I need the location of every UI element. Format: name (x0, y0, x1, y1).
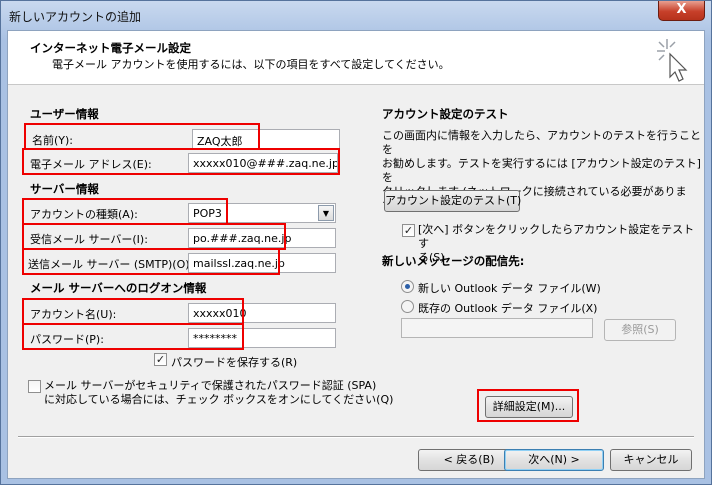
page-subtitle: 電子メール アカウントを使用するには、以下の項目をすべて設定してください。 (52, 58, 450, 71)
new-pst-radio[interactable] (401, 280, 414, 293)
spa-label-line2: に対応している場合には、チェック ボックスをオンにしてください(Q) (44, 393, 394, 406)
incoming-server-field[interactable]: po.###.zaq.ne.jp (188, 228, 336, 248)
test-settings-heading: アカウント設定のテスト (382, 107, 509, 121)
spa-label: メール サーバーがセキュリティで保護されたパスワード認証 (SPA) に対応して… (44, 379, 393, 407)
wizard-header: インターネット電子メール設定 電子メール アカウントを使用するには、以下の項目を… (8, 31, 704, 85)
add-account-window: 新しいアカウントの追加 X インターネット電子メール設定 電子メール アカウント… (0, 0, 712, 485)
spa-label-line1: メール サーバーがセキュリティで保護されたパスワード認証 (SPA) (44, 379, 377, 392)
password-label: パスワード(P): (30, 333, 104, 346)
dialog-body: インターネット電子メール設定 電子メール アカウントを使用するには、以下の項目を… (7, 30, 705, 479)
test-account-button[interactable]: アカウント設定のテスト(T) (384, 190, 521, 212)
spa-checkbox[interactable] (28, 380, 41, 393)
password-field[interactable]: ******** (188, 328, 336, 348)
next-button[interactable]: 次へ(N) > (504, 449, 604, 471)
test-description-line1: この画面内に情報を入力したら、アカウントのテストを行うことを (382, 129, 701, 156)
email-label: 電子メール アドレス(E): (30, 158, 152, 171)
new-pst-label: 新しい Outlook データ ファイル(W) (418, 282, 601, 295)
auto-test-label-line1: [次へ] ボタンをクリックしたらアカウント設定をテストす (418, 223, 695, 250)
auto-test-checkbox[interactable]: ✓ (402, 224, 415, 237)
account-type-combobox[interactable]: POP3 ▼ (188, 203, 336, 223)
account-type-label: アカウントの種類(A): (30, 208, 138, 221)
email-field[interactable]: xxxxx010@###.zaq.ne.jp (188, 153, 338, 173)
page-title: インターネット電子メール設定 (30, 41, 191, 55)
title-bar: 新しいアカウントの追加 X (1, 1, 711, 30)
close-button[interactable]: X (658, 1, 705, 21)
server-info-heading: サーバー情報 (30, 182, 99, 196)
more-settings-button[interactable]: 詳細設定(M)... (485, 396, 573, 418)
account-name-field[interactable]: xxxxx010 (188, 303, 336, 323)
footer-divider (18, 436, 694, 438)
user-info-heading: ユーザー情報 (30, 107, 99, 121)
browse-button: 参照(S) (604, 319, 676, 341)
existing-pst-path-field (401, 318, 593, 338)
remember-password-label: パスワードを保存する(R) (171, 356, 298, 369)
account-type-value: POP3 (193, 207, 222, 220)
outgoing-server-label: 送信メール サーバー (SMTP)(O): (28, 258, 194, 271)
window-title: 新しいアカウントの追加 (9, 10, 142, 24)
chevron-down-icon[interactable]: ▼ (318, 205, 334, 221)
outgoing-server-field[interactable]: mailssl.zaq.ne.jp (188, 253, 336, 273)
incoming-server-label: 受信メール サーバー(I): (30, 233, 148, 246)
logon-info-heading: メール サーバーへのログオン情報 (30, 281, 207, 295)
test-description-line2: お勧めします。テストを実行するには [アカウント設定のテスト] を (382, 157, 701, 184)
delivery-heading: 新しいメッセージの配信先: (382, 254, 525, 268)
existing-pst-label: 既存の Outlook データ ファイル(X) (418, 302, 598, 315)
sparkle-cursor-icon (657, 39, 688, 82)
existing-pst-radio[interactable] (401, 300, 414, 313)
name-field[interactable]: ZAQ太郎 (192, 129, 340, 149)
account-name-label: アカウント名(U): (30, 308, 117, 321)
name-label: 名前(Y): (32, 134, 74, 147)
remember-password-checkbox[interactable]: ✓ (154, 353, 167, 366)
cancel-button[interactable]: キャンセル (610, 449, 692, 471)
